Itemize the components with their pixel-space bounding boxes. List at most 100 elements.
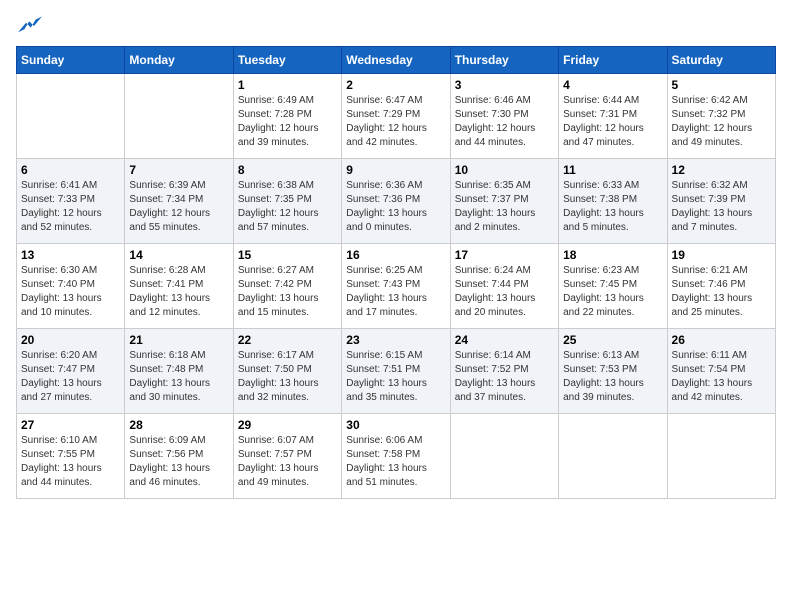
day-info: Sunrise: 6:46 AM Sunset: 7:30 PM Dayligh… [455,94,554,150]
day-number: 20 [21,333,120,347]
day-info: Sunrise: 6:23 AM Sunset: 7:45 PM Dayligh… [563,264,662,320]
day-info: Sunrise: 6:36 AM Sunset: 7:36 PM Dayligh… [346,179,445,235]
day-number: 10 [455,163,554,177]
calendar-day-cell: 15 Sunrise: 6:27 AM Sunset: 7:42 PM Dayli… [233,244,341,329]
day-number: 15 [238,248,337,262]
day-info: Sunrise: 6:30 AM Sunset: 7:40 PM Dayligh… [21,264,120,320]
calendar-day-cell: 25 Sunrise: 6:13 AM Sunset: 7:53 PM Dayli… [559,329,667,414]
header [16,16,776,36]
day-number: 28 [129,418,228,432]
day-number: 27 [21,418,120,432]
calendar-day-cell: 29 Sunrise: 6:07 AM Sunset: 7:57 PM Dayli… [233,414,341,499]
day-number: 8 [238,163,337,177]
calendar-day-cell: 24 Sunrise: 6:14 AM Sunset: 7:52 PM Dayli… [450,329,558,414]
day-number: 12 [672,163,771,177]
calendar-week-row: 27 Sunrise: 6:10 AM Sunset: 7:55 PM Dayli… [17,414,776,499]
day-info: Sunrise: 6:24 AM Sunset: 7:44 PM Dayligh… [455,264,554,320]
day-number: 14 [129,248,228,262]
day-info: Sunrise: 6:09 AM Sunset: 7:56 PM Dayligh… [129,434,228,490]
calendar-week-row: 1 Sunrise: 6:49 AM Sunset: 7:28 PM Daylig… [17,74,776,159]
day-of-week-header: Sunday [17,47,125,74]
day-number: 16 [346,248,445,262]
day-of-week-header: Friday [559,47,667,74]
day-of-week-header: Wednesday [342,47,450,74]
day-info: Sunrise: 6:44 AM Sunset: 7:31 PM Dayligh… [563,94,662,150]
day-number: 4 [563,78,662,92]
day-number: 11 [563,163,662,177]
day-info: Sunrise: 6:15 AM Sunset: 7:51 PM Dayligh… [346,349,445,405]
calendar-day-cell: 30 Sunrise: 6:06 AM Sunset: 7:58 PM Dayli… [342,414,450,499]
calendar-day-cell: 1 Sunrise: 6:49 AM Sunset: 7:28 PM Daylig… [233,74,341,159]
day-number: 6 [21,163,120,177]
day-number: 22 [238,333,337,347]
day-info: Sunrise: 6:49 AM Sunset: 7:28 PM Dayligh… [238,94,337,150]
day-info: Sunrise: 6:10 AM Sunset: 7:55 PM Dayligh… [21,434,120,490]
calendar-day-cell: 23 Sunrise: 6:15 AM Sunset: 7:51 PM Dayli… [342,329,450,414]
day-number: 24 [455,333,554,347]
day-info: Sunrise: 6:11 AM Sunset: 7:54 PM Dayligh… [672,349,771,405]
day-info: Sunrise: 6:13 AM Sunset: 7:53 PM Dayligh… [563,349,662,405]
calendar-day-cell: 4 Sunrise: 6:44 AM Sunset: 7:31 PM Daylig… [559,74,667,159]
day-number: 5 [672,78,771,92]
calendar-day-cell [125,74,233,159]
calendar-day-cell: 21 Sunrise: 6:18 AM Sunset: 7:48 PM Dayli… [125,329,233,414]
calendar-day-cell: 14Sunrise: 6:28 AM Sunset: 7:41 PM Dayli… [125,244,233,329]
calendar-day-cell [450,414,558,499]
day-info: Sunrise: 6:38 AM Sunset: 7:35 PM Dayligh… [238,179,337,235]
day-number: 26 [672,333,771,347]
day-number: 25 [563,333,662,347]
calendar-day-cell: 6Sunrise: 6:41 AM Sunset: 7:33 PM Daylig… [17,159,125,244]
day-of-week-header: Monday [125,47,233,74]
calendar-day-cell: 20 Sunrise: 6:20 AM Sunset: 7:47 PM Dayli… [17,329,125,414]
calendar-week-row: 13 Sunrise: 6:30 AM Sunset: 7:40 PM Dayli… [17,244,776,329]
calendar-day-cell: 16 Sunrise: 6:25 AM Sunset: 7:43 PM Dayli… [342,244,450,329]
day-info: Sunrise: 6:27 AM Sunset: 7:42 PM Dayligh… [238,264,337,320]
day-info: Sunrise: 6:06 AM Sunset: 7:58 PM Dayligh… [346,434,445,490]
day-number: 17 [455,248,554,262]
day-number: 29 [238,418,337,432]
calendar-day-cell: 5 Sunrise: 6:42 AM Sunset: 7:32 PM Daylig… [667,74,775,159]
day-number: 19 [672,248,771,262]
calendar-day-cell: 22Sunrise: 6:17 AM Sunset: 7:50 PM Dayli… [233,329,341,414]
calendar-day-cell: 7 Sunrise: 6:39 AM Sunset: 7:34 PM Daylig… [125,159,233,244]
day-info: Sunrise: 6:07 AM Sunset: 7:57 PM Dayligh… [238,434,337,490]
calendar-day-cell: 17 Sunrise: 6:24 AM Sunset: 7:44 PM Dayli… [450,244,558,329]
calendar-day-cell: 12 Sunrise: 6:32 AM Sunset: 7:39 PM Dayli… [667,159,775,244]
calendar-day-cell: 11 Sunrise: 6:33 AM Sunset: 7:38 PM Dayli… [559,159,667,244]
calendar-day-cell: 27 Sunrise: 6:10 AM Sunset: 7:55 PM Dayli… [17,414,125,499]
calendar-day-cell: 10 Sunrise: 6:35 AM Sunset: 7:37 PM Dayli… [450,159,558,244]
day-of-week-header: Thursday [450,47,558,74]
calendar-day-cell: 28 Sunrise: 6:09 AM Sunset: 7:56 PM Dayli… [125,414,233,499]
calendar-day-cell: 18 Sunrise: 6:23 AM Sunset: 7:45 PM Dayli… [559,244,667,329]
day-info: Sunrise: 6:47 AM Sunset: 7:29 PM Dayligh… [346,94,445,150]
day-number: 13 [21,248,120,262]
day-number: 3 [455,78,554,92]
day-info: Sunrise: 6:25 AM Sunset: 7:43 PM Dayligh… [346,264,445,320]
day-info: Sunrise: 6:32 AM Sunset: 7:39 PM Dayligh… [672,179,771,235]
calendar-day-cell [667,414,775,499]
calendar-table: SundayMondayTuesdayWednesdayThursdayFrid… [16,46,776,499]
day-number: 7 [129,163,228,177]
day-number: 23 [346,333,445,347]
day-info: Sunrise: 6:18 AM Sunset: 7:48 PM Dayligh… [129,349,228,405]
day-info: Sunrise: 6:42 AM Sunset: 7:32 PM Dayligh… [672,94,771,150]
day-number: 18 [563,248,662,262]
day-number: 1 [238,78,337,92]
day-of-week-header: Saturday [667,47,775,74]
day-info: Sunrise: 6:14 AM Sunset: 7:52 PM Dayligh… [455,349,554,405]
day-info: Sunrise: 6:39 AM Sunset: 7:34 PM Dayligh… [129,179,228,235]
day-info: Sunrise: 6:33 AM Sunset: 7:38 PM Dayligh… [563,179,662,235]
calendar-week-row: 6Sunrise: 6:41 AM Sunset: 7:33 PM Daylig… [17,159,776,244]
day-info: Sunrise: 6:35 AM Sunset: 7:37 PM Dayligh… [455,179,554,235]
logo [16,16,42,36]
calendar-day-cell: 13 Sunrise: 6:30 AM Sunset: 7:40 PM Dayli… [17,244,125,329]
calendar-day-cell: 9Sunrise: 6:36 AM Sunset: 7:36 PM Daylig… [342,159,450,244]
day-number: 2 [346,78,445,92]
calendar-day-cell: 19Sunrise: 6:21 AM Sunset: 7:46 PM Dayli… [667,244,775,329]
day-number: 21 [129,333,228,347]
day-of-week-header: Tuesday [233,47,341,74]
calendar-day-cell [559,414,667,499]
calendar-day-cell: 3 Sunrise: 6:46 AM Sunset: 7:30 PM Daylig… [450,74,558,159]
day-number: 30 [346,418,445,432]
day-info: Sunrise: 6:20 AM Sunset: 7:47 PM Dayligh… [21,349,120,405]
